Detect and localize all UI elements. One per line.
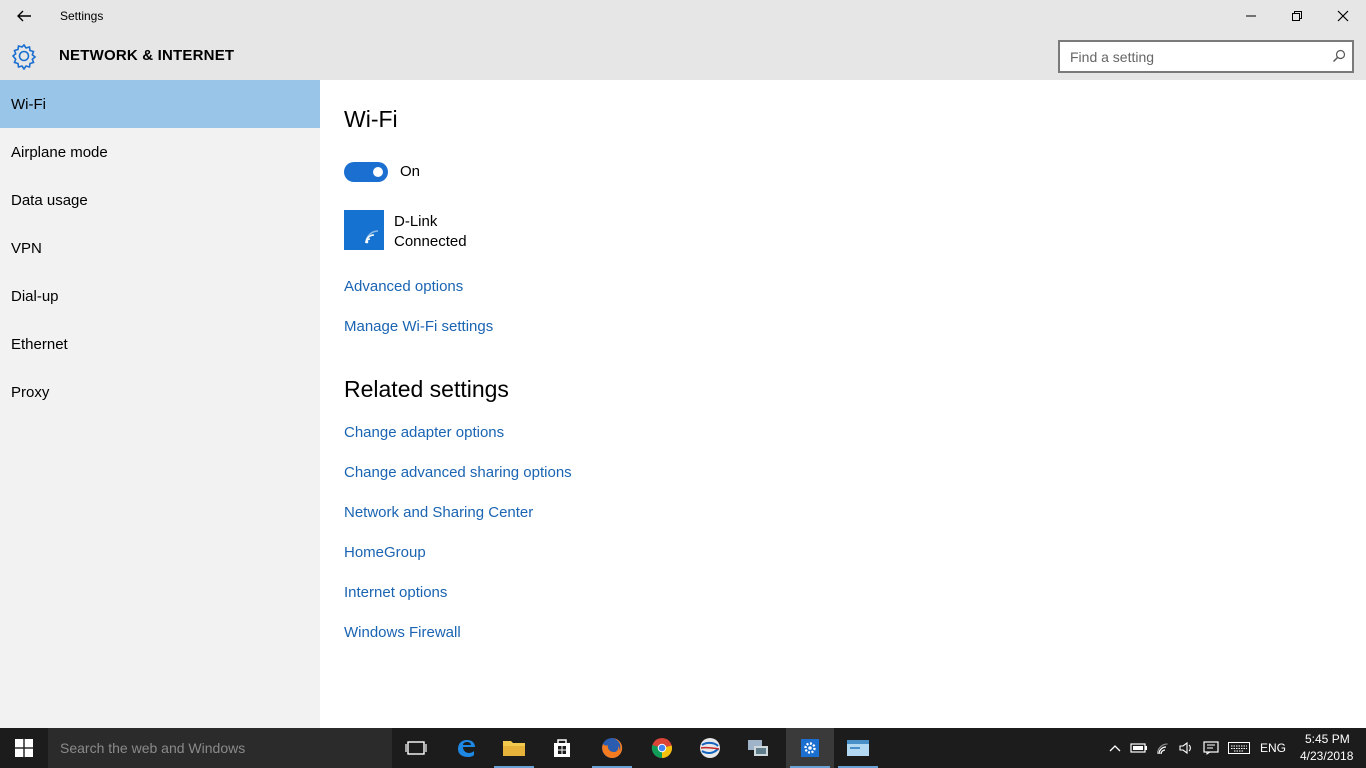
network-app-icon [748,740,768,756]
sidebar-item-ethernet[interactable]: Ethernet [0,320,320,368]
globe-app-icon [700,738,720,758]
battery-icon [1130,743,1147,753]
minimize-button[interactable] [1228,4,1274,28]
taskbar-edge[interactable] [442,728,490,768]
sidebar-item-airplane-mode[interactable]: Airplane mode [0,128,320,176]
clock-time[interactable]: 5:45 PM [1305,732,1350,746]
sidebar: Wi-Fi Airplane mode Data usage VPN Dial-… [0,80,320,728]
task-view-icon [405,741,427,755]
sidebar-item-label: Proxy [11,383,50,401]
wifi-signal-icon [365,230,379,244]
homegroup-link[interactable]: HomeGroup [344,544,426,561]
chrome-icon [651,738,673,759]
speaker-icon [1179,741,1191,755]
change-advanced-sharing-link[interactable]: Change advanced sharing options [344,464,572,481]
wifi-icon [1157,743,1168,755]
sidebar-item-proxy[interactable]: Proxy [0,368,320,416]
windows-logo-icon [15,739,33,757]
input-language[interactable]: ENG [1260,741,1286,755]
sidebar-item-label: Wi-Fi [11,95,46,113]
taskbar-firefox[interactable] [588,728,636,768]
toggle-knob [373,167,383,177]
taskbar-app-network[interactable] [734,728,782,768]
close-button[interactable] [1320,4,1366,28]
battery-tray-button[interactable] [1128,728,1150,768]
gear-icon [11,43,37,70]
sidebar-item-label: Ethernet [11,335,68,353]
folder-icon [503,741,525,756]
firefox-icon [602,737,623,758]
search-icon[interactable] [1332,49,1346,63]
task-view-button[interactable] [392,728,440,768]
search-input[interactable] [1060,42,1320,71]
volume-tray-button[interactable] [1176,728,1196,768]
back-arrow-icon [17,10,31,22]
sidebar-item-wifi[interactable]: Wi-Fi [0,80,320,128]
taskbar-chrome[interactable] [638,728,686,768]
restore-button[interactable] [1274,4,1320,28]
taskbar-search-box[interactable]: Search the web and Windows [48,728,392,768]
show-hidden-icons-button[interactable] [1106,728,1124,768]
wifi-network-tile[interactable] [344,210,384,250]
chevron-up-icon [1109,745,1121,752]
taskbar-app-window[interactable] [834,728,882,768]
taskbar-file-explorer[interactable] [490,728,538,768]
section-title: NETWORK & INTERNET [59,47,235,64]
taskbar-app-globe[interactable] [686,728,734,768]
internet-options-link[interactable]: Internet options [344,584,447,601]
network-tray-button[interactable] [1154,728,1176,768]
advanced-options-link[interactable]: Advanced options [344,278,463,295]
back-button[interactable] [14,6,34,26]
sidebar-item-data-usage[interactable]: Data usage [0,176,320,224]
edge-icon [458,740,475,757]
start-button[interactable] [0,728,48,768]
search-box[interactable] [1058,40,1354,73]
sidebar-item-vpn[interactable]: VPN [0,224,320,272]
sidebar-item-label: Dial-up [11,287,59,305]
settings-gear-icon [801,739,819,757]
sidebar-item-label: Airplane mode [11,143,108,161]
sidebar-item-label: Data usage [11,191,88,209]
network-sharing-center-link[interactable]: Network and Sharing Center [344,504,533,521]
restore-icon [1292,11,1302,21]
touch-keyboard-button[interactable] [1226,728,1252,768]
close-icon [1337,10,1349,22]
title-bar: Settings NETWORK & INTERNET [0,0,1366,80]
action-center-button[interactable] [1200,728,1222,768]
main-content: Wi-Fi On D-Link Connected Advanced optio… [320,80,1366,728]
related-settings-heading: Related settings [344,376,509,402]
network-status: Connected [394,233,467,250]
change-adapter-options-link[interactable]: Change adapter options [344,424,504,441]
window-app-icon [847,740,869,756]
keyboard-icon [1228,742,1250,754]
page-title: Wi-Fi [344,106,398,132]
taskbar-search-placeholder: Search the web and Windows [60,740,246,756]
taskbar-settings[interactable] [786,728,834,768]
toggle-state-label: On [400,163,421,180]
network-name[interactable]: D-Link [394,213,437,230]
taskbar: Search the web and Windows ENG 5:45 PM 4… [0,728,1366,768]
notification-icon [1203,741,1219,755]
manage-wifi-settings-link[interactable]: Manage Wi-Fi settings [344,318,493,335]
windows-firewall-link[interactable]: Windows Firewall [344,624,461,641]
minimize-icon [1246,15,1256,17]
clock-date[interactable]: 4/23/2018 [1300,749,1353,763]
sidebar-item-label: VPN [11,239,42,257]
window-title: Settings [60,9,104,23]
wifi-toggle[interactable] [344,162,388,182]
sidebar-item-dial-up[interactable]: Dial-up [0,272,320,320]
taskbar-store[interactable] [538,728,586,768]
store-bag-icon [554,739,570,757]
